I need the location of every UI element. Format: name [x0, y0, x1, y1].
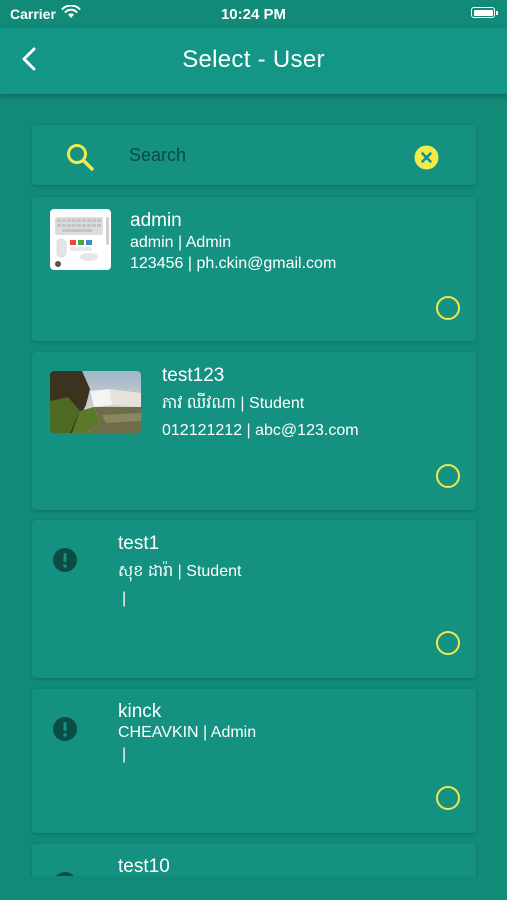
user-detail: ភាវ ឈីវណា | Student	[162, 395, 305, 412]
user-card-test1[interactable]: test1 សុខ ដារ៉ា | Student |	[32, 520, 476, 678]
alert-icon	[53, 548, 77, 572]
select-radio[interactable]	[436, 786, 460, 810]
search-bar	[32, 125, 476, 185]
user-name: test123	[162, 365, 225, 386]
user-card-test123[interactable]: test123 ភាវ ឈីវណា | Student 012121212 | …	[32, 352, 476, 510]
status-bar: Carrier 10:24 PM	[0, 0, 507, 28]
user-contact: |	[122, 746, 127, 763]
user-contact: 123456 | ph.ckin@gmail.com	[130, 255, 337, 272]
user-avatar	[50, 371, 141, 433]
page-title: Select - User	[182, 46, 325, 73]
user-name: admin	[130, 210, 182, 231]
select-radio[interactable]	[436, 631, 460, 655]
user-avatar	[50, 209, 111, 270]
user-detail: admin | Admin	[130, 234, 232, 251]
user-card-kinck[interactable]: kinck CHEAVKIN | Admin |	[32, 689, 476, 833]
user-contact: 012121212 | abc@123.com	[162, 422, 359, 439]
battery-icon	[471, 7, 498, 18]
select-radio[interactable]	[436, 464, 460, 488]
user-card-test10[interactable]: test10	[32, 844, 476, 876]
clear-search-icon[interactable]	[414, 145, 439, 170]
clock: 10:24 PM	[220, 6, 287, 23]
user-name: test10	[118, 856, 170, 876]
user-name: test1	[118, 533, 160, 554]
user-detail: CHEAVKIN | Admin	[118, 724, 257, 741]
user-contact: |	[122, 590, 127, 607]
select-radio[interactable]	[436, 296, 460, 320]
search-input[interactable]	[129, 141, 389, 169]
alert-icon	[53, 717, 77, 741]
navigation-bar: Select - User	[0, 28, 507, 94]
user-name: kinck	[118, 701, 162, 722]
user-detail: សុខ ដារ៉ា | Student	[118, 563, 242, 580]
alert-icon	[56, 872, 74, 876]
search-icon	[67, 144, 94, 171]
user-list-scroll[interactable]: admin admin | Admin 123456 | ph.ckin@gma…	[0, 94, 507, 876]
user-card-admin[interactable]: admin admin | Admin 123456 | ph.ckin@gma…	[32, 197, 476, 341]
